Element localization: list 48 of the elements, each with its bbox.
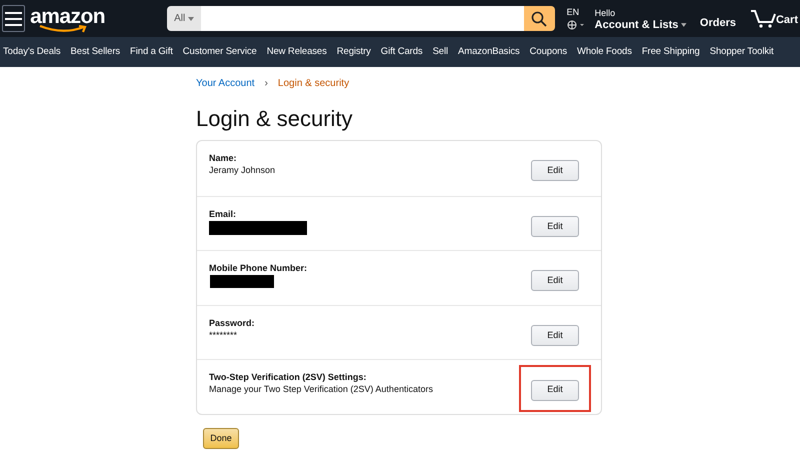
caret-icon — [681, 22, 687, 26]
nav-link[interactable]: Shopper Toolkit — [710, 44, 774, 60]
search-icon — [531, 10, 548, 26]
language-label[interactable]: EN — [566, 7, 585, 18]
caret-icon — [188, 16, 194, 20]
breadcrumb-separator: › — [264, 76, 268, 90]
breadcrumb-link[interactable]: Your Account — [196, 76, 255, 90]
nav-link[interactable]: Find a Gift — [130, 44, 173, 60]
globe-icon[interactable] — [566, 20, 585, 30]
cart-icon[interactable] — [750, 8, 776, 28]
nav-link[interactable]: Sell — [432, 44, 448, 60]
nav-link[interactable]: Gift Cards — [380, 44, 423, 60]
nav-link[interactable]: Coupons — [530, 44, 567, 60]
smile-icon — [38, 24, 88, 32]
edit-button[interactable]: Edit — [531, 160, 579, 182]
menu-icon[interactable] — [2, 5, 26, 32]
orders-link[interactable]: Orders — [700, 15, 736, 32]
search-button[interactable] — [524, 6, 555, 31]
greeting-label: Hello — [594, 6, 616, 18]
breadcrumb-link[interactable]: Login & security — [278, 76, 350, 90]
logo[interactable]: amazon — [30, 4, 102, 30]
field-label: Name: — [209, 152, 238, 164]
category-dropdown[interactable]: All — [167, 6, 202, 31]
edit-button[interactable]: Edit — [531, 380, 579, 401]
search-field[interactable] — [201, 6, 524, 31]
nav-link[interactable]: Whole Foods — [576, 44, 632, 60]
edit-button[interactable]: Edit — [531, 325, 579, 346]
done-button[interactable]: Done — [203, 428, 239, 449]
nav-link[interactable]: New Releases — [266, 44, 327, 60]
field-label: Two-Step Verification (2SV) Settings: — [209, 371, 368, 384]
nav-link[interactable]: Free Shipping — [642, 44, 700, 60]
field-label: Mobile Phone Number: — [209, 262, 308, 274]
nav-link[interactable]: Today's Deals — [3, 44, 61, 60]
field-label: Password: — [209, 316, 255, 329]
account-lists-link[interactable]: Account & Lists — [594, 18, 678, 30]
nav-link[interactable]: Customer Service — [182, 44, 257, 60]
field-value: Jeramy Johnson — [209, 164, 276, 176]
edit-button[interactable]: Edit — [531, 270, 579, 292]
page-title: Login & security — [196, 106, 354, 132]
cart-link[interactable]: Cart — [776, 12, 798, 28]
nav-link[interactable]: Registry — [336, 44, 371, 60]
redaction-bar — [210, 275, 274, 288]
nav-link[interactable]: AmazonBasics — [458, 44, 520, 60]
field-label: Email: — [209, 208, 238, 220]
nav-link[interactable]: Best Sellers — [70, 44, 120, 60]
field-value: Manage your Two Step Verification (2SV) Authenticators — [209, 383, 433, 396]
edit-button[interactable]: Edit — [531, 216, 579, 237]
field-value: ******** — [209, 328, 238, 341]
